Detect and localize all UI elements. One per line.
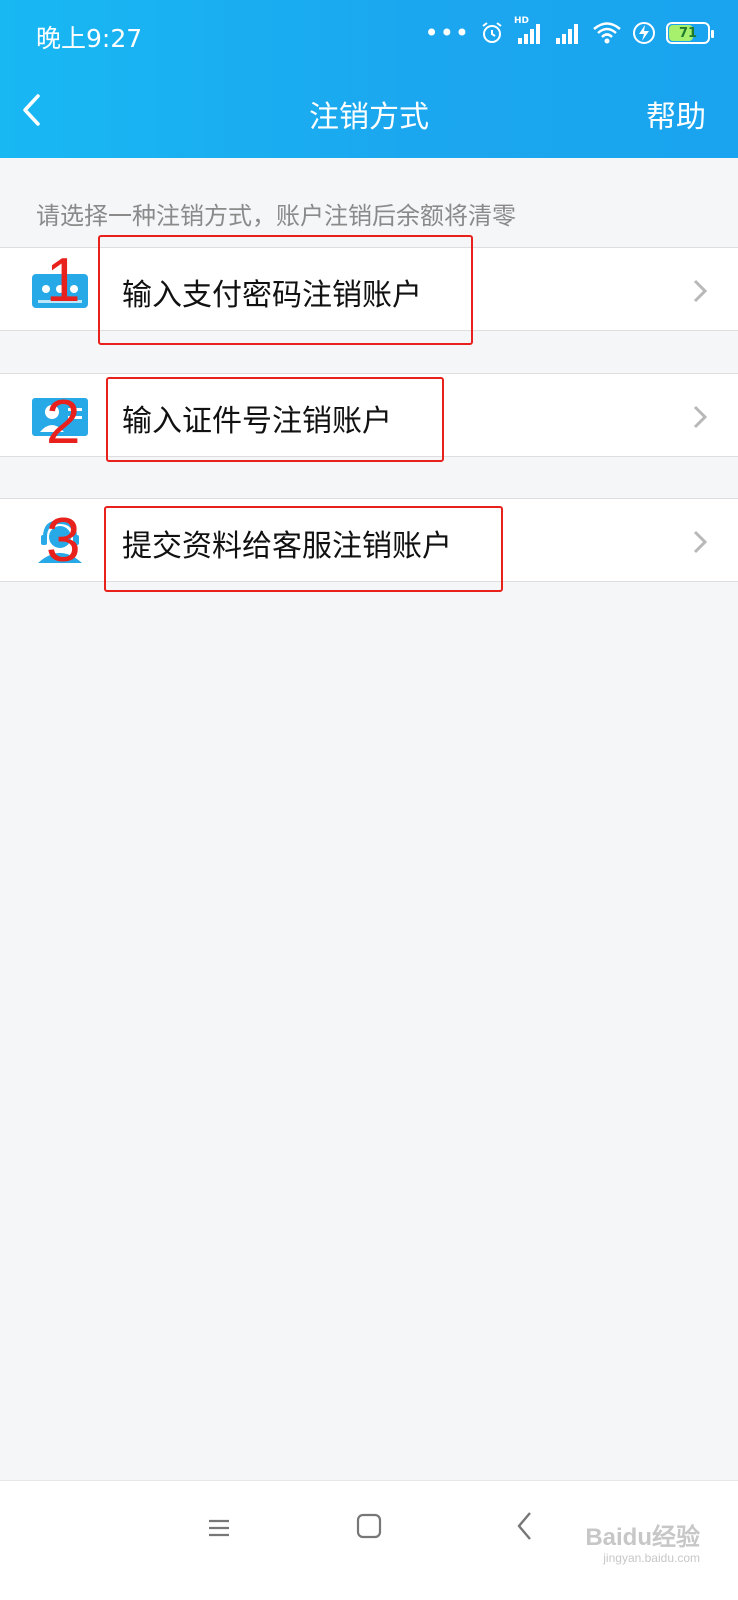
annotation-number-2: 2 (46, 388, 81, 457)
annotation-box-1 (98, 235, 473, 345)
status-icons: ••• HD 71 (424, 16, 714, 48)
annotation-number-1: 1 (46, 246, 81, 315)
chevron-right-icon (693, 405, 708, 429)
back-arrow-icon[interactable] (14, 90, 54, 130)
battery-level: 71 (678, 25, 698, 41)
annotation-box-2 (106, 377, 444, 462)
hint-text: 请选择一种注销方式，账户注销后余额将清零 (36, 202, 516, 230)
signal-icon (556, 24, 578, 44)
alarm-icon (482, 22, 502, 43)
watermark: Baidu经验 jingyan.baidu.com (585, 1524, 700, 1566)
home-icon[interactable] (355, 1512, 383, 1540)
chevron-right-icon (693, 530, 708, 554)
annotation-box-3 (104, 506, 503, 592)
page-title: 注销方式 (309, 100, 429, 135)
chevron-right-icon (693, 279, 708, 303)
status-time: 晚上9:27 (36, 24, 143, 53)
power-saving-icon (633, 22, 655, 44)
hd-signal-icon: HD (514, 16, 544, 46)
help-button[interactable]: 帮助 (646, 92, 706, 136)
watermark-brand: Baidu经验 (585, 1524, 700, 1551)
nav-back-icon[interactable] (514, 1509, 534, 1543)
menu-icon[interactable] (204, 1513, 234, 1543)
top-bar: 晚上9:27 ••• HD 71 注销方式 帮助 (0, 0, 738, 158)
annotation-number-3: 3 (46, 506, 81, 575)
battery-icon: 71 (666, 22, 714, 44)
wifi-icon (593, 22, 621, 44)
watermark-url: jingyan.baidu.com (603, 1551, 700, 1565)
more-dots-icon: ••• (424, 19, 470, 47)
